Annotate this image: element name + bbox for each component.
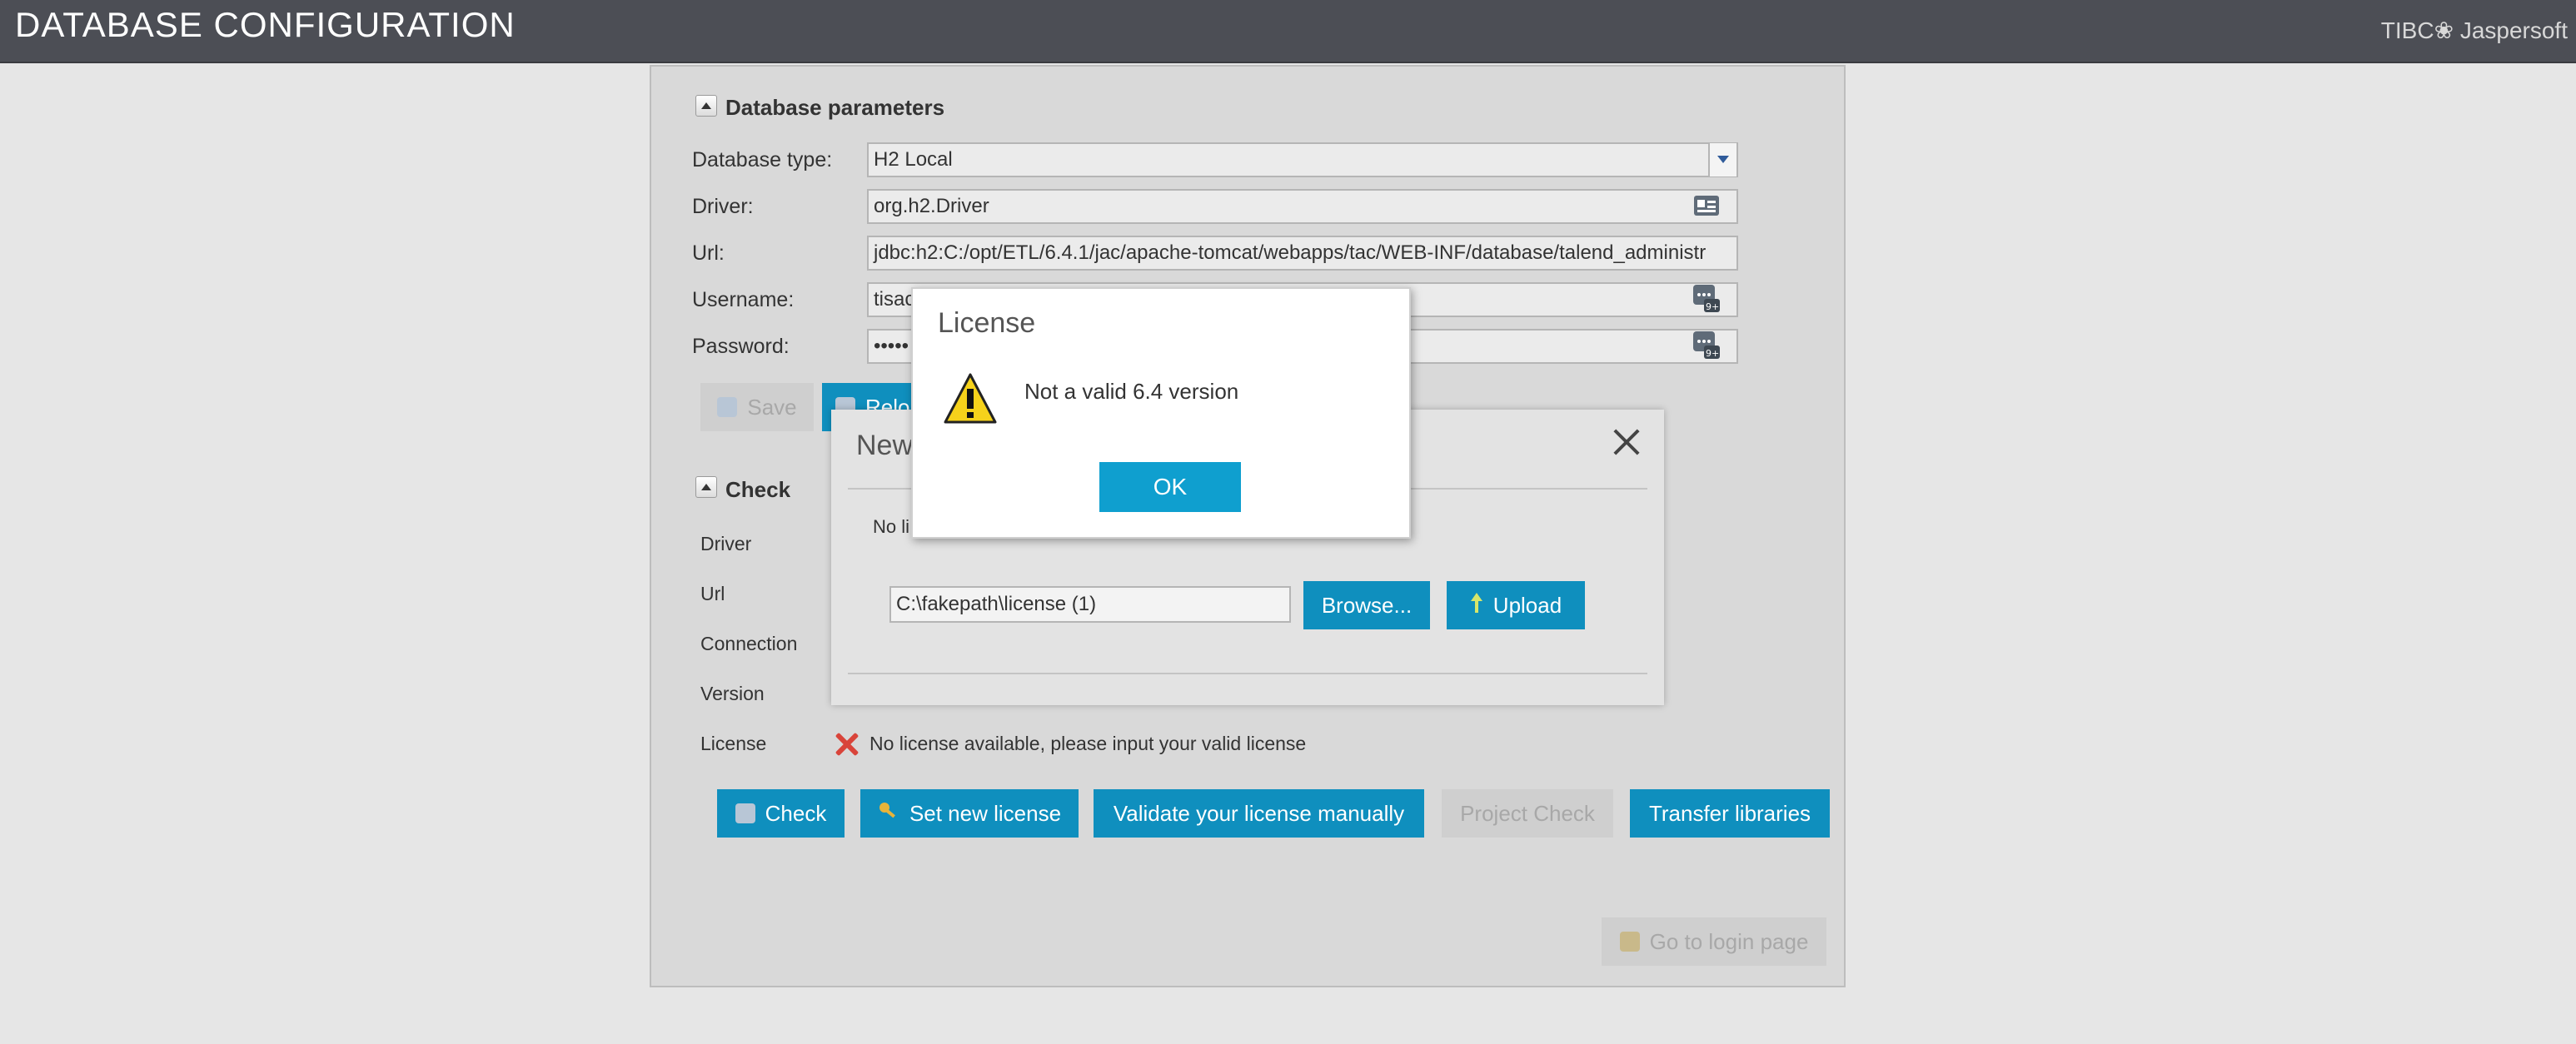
collapse-check-button[interactable]	[695, 476, 717, 498]
db-params-title: Database parameters	[725, 95, 945, 120]
save-button-label: Save	[747, 394, 797, 420]
alert-message: Not a valid 6.4 version	[1024, 379, 1239, 404]
username-label: Username:	[692, 288, 795, 311]
upload-button[interactable]: Upload	[1447, 581, 1585, 629]
driver-field[interactable]: org.h2.Driver	[867, 189, 1738, 224]
app-header: DATABASE CONFIGURATION TIBC❀ Jaspersoft	[0, 0, 2576, 63]
check-title: Check	[725, 477, 791, 502]
check-icon	[735, 803, 755, 823]
url-field[interactable]: jdbc:h2:C:/opt/ETL/6.4.1/jac/apache-tomc…	[867, 236, 1738, 271]
svg-text:9+: 9+	[1706, 301, 1719, 312]
key-icon	[878, 800, 899, 828]
browse-button-label: Browse...	[1321, 592, 1413, 618]
warning-icon	[943, 372, 998, 425]
go-to-login-button[interactable]: Go to login page	[1602, 917, 1826, 966]
license-status-text: No license available, please input your …	[869, 733, 1307, 754]
license-file-path-value: C:\fakepath\license (1)	[896, 593, 1097, 615]
url-value: jdbc:h2:C:/opt/ETL/6.4.1/jac/apache-tomc…	[874, 241, 1707, 264]
page-title: DATABASE CONFIGURATION	[15, 5, 516, 44]
go-to-login-label: Go to login page	[1649, 928, 1809, 954]
error-x-icon	[835, 732, 859, 757]
project-check-button[interactable]: Project Check	[1442, 789, 1613, 838]
ok-button-label: OK	[1153, 474, 1188, 500]
transfer-libraries-button[interactable]: Transfer libraries	[1630, 789, 1830, 838]
database-type-value: H2 Local	[874, 148, 953, 171]
transfer-libraries-label: Transfer libraries	[1648, 800, 1811, 826]
driver-label: Driver:	[692, 195, 754, 218]
check-row-version: Version	[700, 683, 765, 704]
collapse-db-params-button[interactable]	[695, 95, 717, 117]
password-label: Password:	[692, 335, 790, 358]
new-license-title: New	[856, 430, 914, 461]
check-button[interactable]: Check	[717, 789, 845, 838]
project-check-label: Project Check	[1460, 800, 1595, 826]
upload-arrow-icon	[1470, 592, 1483, 619]
dialog-divider-bottom	[848, 673, 1647, 674]
password-generator-icon-2[interactable]: 9+	[1692, 331, 1721, 360]
password-generator-icon[interactable]: 9+	[1692, 284, 1721, 314]
browse-button[interactable]: Browse...	[1303, 581, 1430, 629]
password-value: •••••	[874, 335, 909, 357]
brand-logo: TIBC❀ Jaspersoft	[2380, 17, 2568, 43]
login-icon	[1619, 932, 1640, 952]
ok-button[interactable]: OK	[1099, 462, 1241, 512]
upload-button-label: Upload	[1492, 592, 1562, 618]
username-value: tisac	[874, 288, 915, 311]
license-file-path-input[interactable]: C:\fakepath\license (1)	[889, 586, 1291, 623]
chevron-down-icon[interactable]	[1708, 143, 1736, 176]
check-button-label: Check	[765, 800, 827, 826]
check-row-license: License	[700, 733, 767, 754]
check-row-driver: Driver	[700, 533, 752, 554]
save-icon	[717, 397, 738, 417]
url-label: Url:	[692, 241, 725, 265]
check-row-url: Url	[700, 583, 725, 604]
driver-value: org.h2.Driver	[874, 195, 989, 217]
close-icon[interactable]	[1612, 428, 1641, 456]
alert-title: License	[938, 307, 1036, 339]
save-button[interactable]: Save	[700, 383, 814, 431]
database-type-select[interactable]: H2 Local	[867, 142, 1738, 177]
database-type-label: Database type:	[692, 148, 833, 172]
license-status-text-dialog: No li	[873, 516, 910, 537]
set-new-license-button[interactable]: Set new license	[860, 789, 1079, 838]
validate-license-label: Validate your license manually	[1113, 800, 1405, 826]
validate-license-button[interactable]: Validate your license manually	[1094, 789, 1424, 838]
license-alert-dialog: License Not a valid 6.4 version OK	[911, 287, 1411, 539]
svg-text:9+: 9+	[1706, 348, 1719, 359]
check-row-connection: Connection	[700, 633, 798, 654]
id-card-icon[interactable]	[1692, 193, 1721, 218]
set-new-license-label: Set new license	[909, 800, 1062, 826]
